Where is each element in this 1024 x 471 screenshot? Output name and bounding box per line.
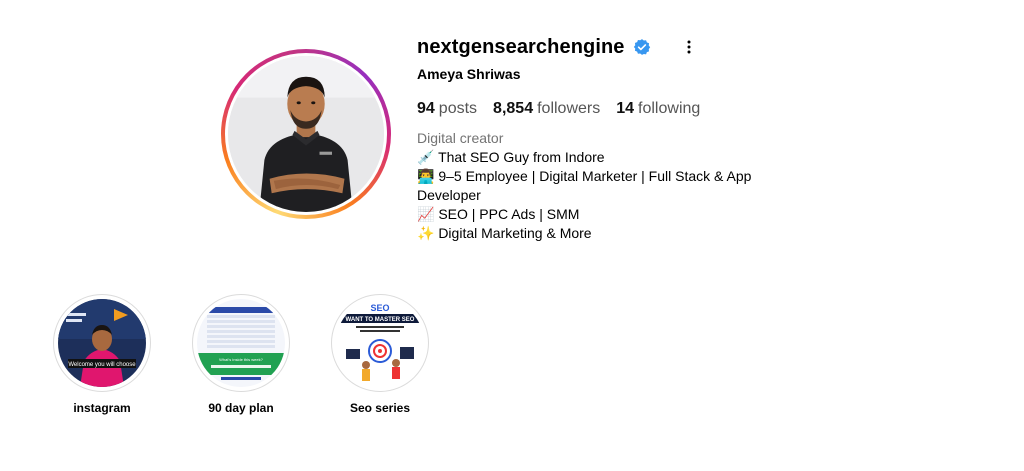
following-stat[interactable]: 14 following	[616, 100, 700, 118]
posts-count: 94	[417, 100, 435, 117]
followers-stat[interactable]: 8,854 followers	[493, 100, 600, 118]
highlight-cover: SEO WANT TO MASTER SEO	[336, 299, 424, 387]
highlight-ring: Welcome you will choose	[53, 294, 151, 392]
highlight-caption: WANT TO MASTER SEO	[346, 317, 415, 323]
profile-info: nextgensearchengine Ameya Shriwas 94 post…	[417, 32, 817, 243]
more-options-icon[interactable]	[679, 37, 699, 57]
highlight-ring: What's inside this week?	[192, 294, 290, 392]
highlight-90-day-plan[interactable]: What's inside this week? 90 day plan	[191, 294, 291, 415]
profile-avatar[interactable]	[228, 56, 384, 212]
bio-category: Digital creator	[417, 130, 504, 146]
bio-line: 📈 SEO | PPC Ads | SMM	[417, 206, 580, 222]
highlight-label: instagram	[73, 401, 131, 415]
highlight-cover: Welcome you will choose	[58, 299, 146, 387]
followers-count: 8,854	[493, 100, 534, 117]
highlight-label: 90 day plan	[208, 401, 274, 415]
avatar-inner	[225, 53, 387, 215]
highlight-caption: What's inside this week?	[219, 357, 263, 362]
full-name: Ameya Shriwas	[417, 66, 521, 82]
highlight-instagram[interactable]: Welcome you will choose instagram	[52, 294, 152, 415]
bio-line: 💉 That SEO Guy from Indore	[417, 149, 605, 165]
story-highlights: Welcome you will choose instagram What's…	[52, 294, 469, 415]
highlight-caption: Welcome you will choose	[68, 362, 136, 368]
highlight-cover: What's inside this week?	[197, 299, 285, 387]
following-count: 14	[616, 100, 635, 117]
highlight-caption-title: SEO	[370, 303, 389, 313]
username-row: nextgensearchengine	[417, 32, 817, 62]
followers-label: followers	[537, 100, 601, 117]
bio-line: 👨‍💻 9–5 Employee | Digital Marketer | Fu…	[417, 168, 752, 203]
highlight-ring: SEO WANT TO MASTER SEO	[331, 294, 429, 392]
username: nextgensearchengine	[417, 35, 625, 58]
bio: Digital creator 💉 That SEO Guy from Indo…	[417, 129, 797, 243]
bio-line: ✨ Digital Marketing & More	[417, 225, 592, 241]
highlight-seo-series[interactable]: SEO WANT TO MASTER SEO Seo series	[330, 294, 430, 415]
posts-label: posts	[438, 100, 478, 117]
posts-stat[interactable]: 94 posts	[417, 100, 477, 118]
profile-stats: 94 posts 8,854 followers 14 following	[417, 98, 817, 120]
profile-avatar-ring[interactable]	[221, 49, 391, 219]
avatar-photo	[228, 56, 384, 212]
highlight-label: Seo series	[349, 401, 411, 415]
following-label: following	[638, 100, 701, 117]
verified-badge-icon	[633, 38, 651, 56]
